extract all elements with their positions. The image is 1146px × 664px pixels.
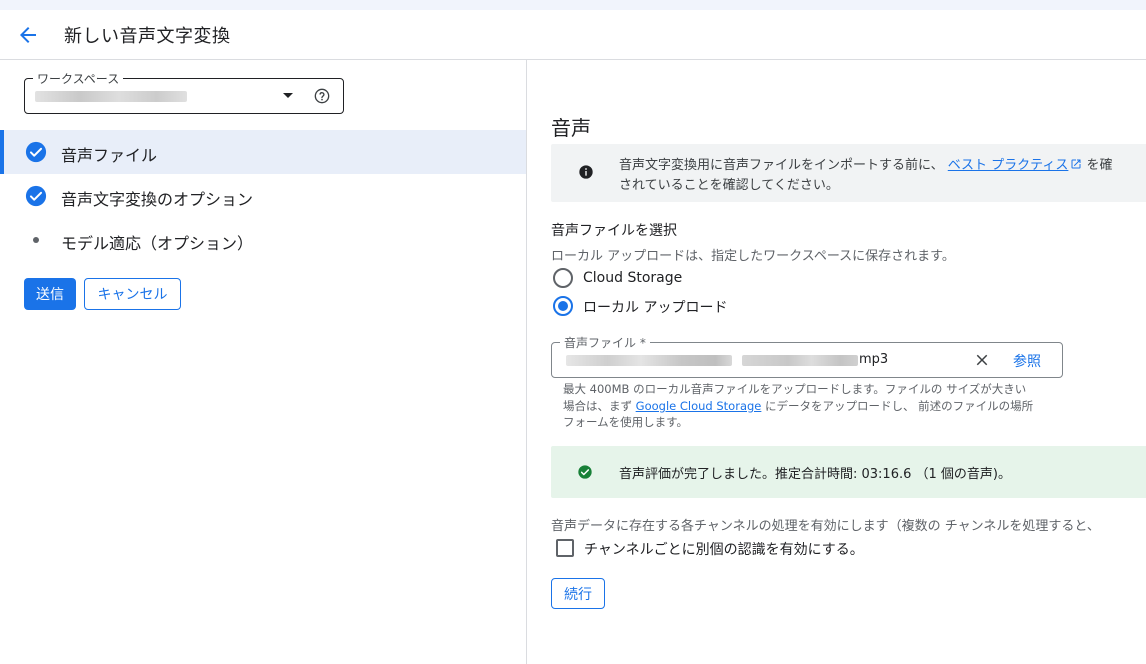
- radio-cloud-storage-label[interactable]: Cloud Storage: [583, 270, 682, 286]
- check-circle-icon: [578, 465, 592, 479]
- info-text-suffix: を確: [1086, 158, 1113, 173]
- arrow-back-icon[interactable]: [16, 23, 40, 47]
- section-title: 音声: [551, 116, 591, 140]
- file-name-redacted: [566, 355, 732, 366]
- audio-file-field[interactable]: 音声ファイル * mp3 参照: [551, 334, 1063, 378]
- info-banner: 音声文字変換用に音声ファイルをインポートする前に、 ベスト プラクティス を確 …: [551, 144, 1146, 202]
- file-hint-suffix: にデータをアップロードし、 前述のファイルの場所: [761, 399, 1034, 413]
- separate-recognition-label[interactable]: チャンネルごとに別個の認識を有効にする。: [584, 539, 864, 559]
- radio-cloud-storage[interactable]: [553, 268, 573, 288]
- step-model-adaptation[interactable]: モデル適応（オプション）: [0, 218, 526, 262]
- file-name-redacted: [742, 355, 858, 366]
- cancel-button[interactable]: キャンセル: [84, 278, 181, 310]
- radio-local-upload[interactable]: [553, 296, 573, 316]
- step-label: モデル適応（オプション）: [61, 234, 254, 253]
- info-text-line1: 音声文字変換用に音声ファイルをインポートする前に、 ベスト プラクティス を確: [619, 154, 1113, 173]
- file-hint-prefix: 場合は、まず: [563, 399, 636, 413]
- info-text-line2: されていることを確認してください。: [619, 178, 839, 193]
- help-icon[interactable]: [314, 88, 330, 104]
- info-text-prefix: 音声文字変換用に音声ファイルをインポートする前に、: [619, 158, 944, 173]
- file-extension: mp3: [859, 352, 889, 367]
- success-banner: 音声評価が完了しました。推定合計時間: 03:16.6 （1 個の音声)。: [551, 446, 1146, 498]
- info-icon: [579, 165, 593, 179]
- submit-button[interactable]: 送信: [24, 278, 76, 310]
- open-in-new-icon: [1071, 159, 1081, 169]
- select-audio-title: 音声ファイルを選択: [551, 223, 677, 239]
- workspace-label: ワークスペース: [33, 70, 124, 87]
- page-title: 新しい音声文字変換: [64, 26, 231, 47]
- workspace-select[interactable]: ワークスペース: [24, 70, 344, 114]
- step-transcription-options[interactable]: 音声文字変換のオプション: [0, 174, 526, 218]
- radio-local-upload-label[interactable]: ローカル アップロード: [583, 297, 727, 317]
- top-strip: [0, 0, 1146, 10]
- dropdown-arrow-icon[interactable]: [283, 93, 293, 98]
- file-hint-line2: 場合は、まず Google Cloud Storage にデータをアップロードし…: [563, 398, 1033, 414]
- channel-description: 音声データに存在する各チャンネルの処理を有効にします（複数の チャンネルを処理す…: [551, 519, 1100, 534]
- continue-button[interactable]: 続行: [551, 578, 605, 609]
- separate-recognition-checkbox[interactable]: [556, 539, 574, 557]
- audio-section: 音声 音声文字変換用に音声ファイルをインポートする前に、 ベスト プラクティス …: [528, 60, 1146, 664]
- check-circle-icon: [25, 141, 47, 163]
- pending-dot-icon: [33, 237, 39, 243]
- best-practices-link[interactable]: ベスト プラクティス: [948, 158, 1069, 173]
- audio-file-label: 音声ファイル *: [560, 334, 650, 351]
- select-audio-description: ローカル アップロードは、指定したワークスペースに保存されます。: [551, 249, 955, 264]
- clear-icon[interactable]: [973, 351, 991, 369]
- stepper-panel: ワークスペース 音声ファイル 音声文字変換のオプション モデル適応（オプション）…: [0, 60, 527, 664]
- file-hint-line1: 最大 400MB のローカル音声ファイルをアップロードします。ファイルの サイズ…: [563, 382, 1027, 396]
- step-audio-file[interactable]: 音声ファイル: [0, 130, 526, 174]
- step-label: 音声ファイル: [61, 146, 158, 165]
- file-hint-line3: フォームを使用します。: [563, 415, 689, 429]
- success-text: 音声評価が完了しました。推定合計時間: 03:16.6 （1 個の音声)。: [619, 467, 1011, 482]
- workspace-value-redacted: [35, 91, 187, 102]
- page-header: 新しい音声文字変換: [0, 10, 1146, 60]
- google-cloud-storage-link[interactable]: Google Cloud Storage: [636, 399, 762, 413]
- step-label: 音声文字変換のオプション: [61, 190, 254, 209]
- browse-button[interactable]: 参照: [1013, 351, 1041, 371]
- check-circle-icon: [25, 185, 47, 207]
